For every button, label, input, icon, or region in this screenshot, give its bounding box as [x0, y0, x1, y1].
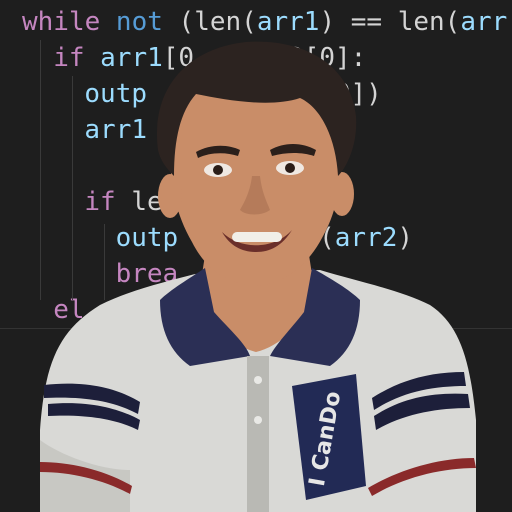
ear-right	[330, 172, 354, 216]
teeth	[232, 232, 282, 242]
pupil-left	[213, 165, 223, 175]
ear-left	[158, 174, 182, 218]
portrait-photo: I CanDo	[40, 41, 476, 512]
shirt-button	[254, 376, 262, 384]
photo-canvas: while not (len(arr1) == len(arr if arr1[0…	[0, 0, 512, 512]
pupil-right	[285, 163, 295, 173]
shirt-button	[254, 416, 262, 424]
